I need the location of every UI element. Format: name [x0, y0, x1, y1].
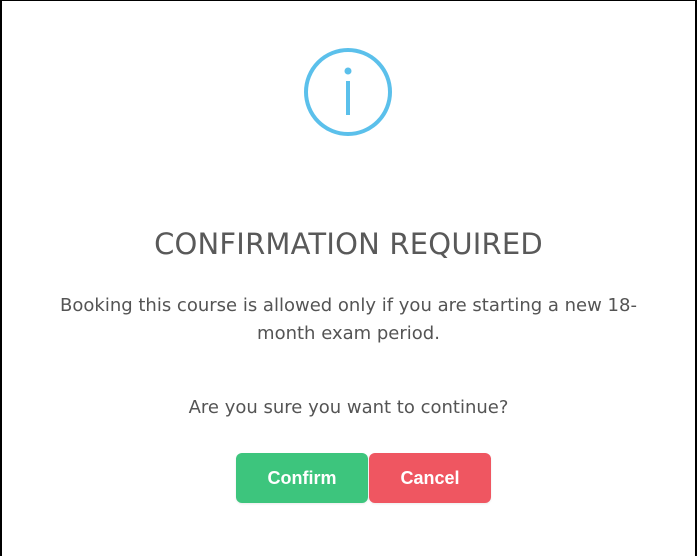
dialog-question: Are you sure you want to continue?	[188, 397, 509, 418]
dialog-title: CONFIRMATION REQUIRED	[154, 227, 543, 261]
confirm-button[interactable]: Confirm	[236, 453, 368, 503]
info-icon	[304, 48, 392, 136]
confirmation-dialog: CONFIRMATION REQUIRED Booking this cours…	[0, 0, 697, 556]
cancel-button[interactable]: Cancel	[369, 453, 491, 503]
dialog-message: Booking this course is allowed only if y…	[60, 295, 637, 344]
